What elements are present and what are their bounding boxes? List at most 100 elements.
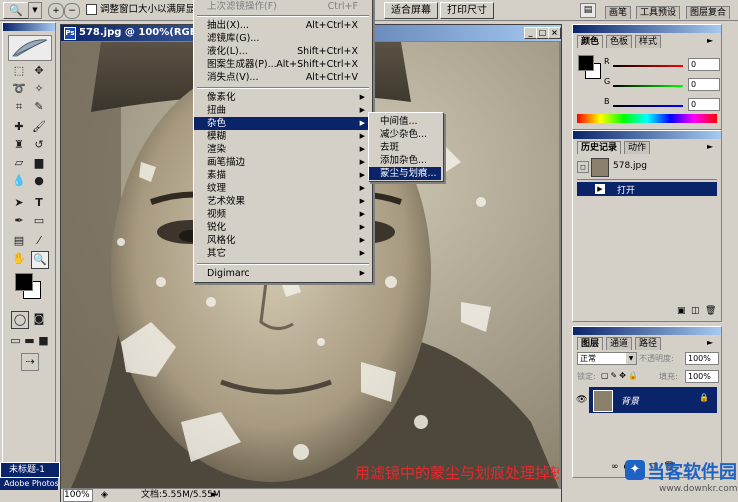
menu-item-blur[interactable]: 模糊 ▶ <box>194 130 370 143</box>
history-new-doc-icon[interactable]: ▣ <box>677 306 686 316</box>
menu-item-filter-gallery[interactable]: 滤镜库(G)... <box>194 32 370 45</box>
menu-item-liquify[interactable]: 液化(L)... Shift+Ctrl+X <box>194 45 370 58</box>
palette-well-brushes[interactable]: 画笔 <box>605 6 632 19</box>
gradient-tool-icon[interactable]: ▆ <box>31 155 47 171</box>
tab-layers[interactable]: 图层 <box>577 337 604 350</box>
submenu-item-median[interactable]: 中间值... <box>369 115 441 128</box>
quick-mask-off-icon[interactable]: ◯ <box>11 311 29 329</box>
menu-item-video[interactable]: 视频 ▶ <box>194 208 370 221</box>
panel-menu-icon[interactable]: ► <box>707 142 713 151</box>
taskbar-item-untitled[interactable]: 未标题-1 <box>0 462 60 478</box>
print-size-button[interactable]: 打印尺寸 <box>440 2 494 19</box>
layer-row-background[interactable]: 背景 🔒 <box>589 387 717 413</box>
menu-item-pixelate[interactable]: 像素化 ▶ <box>194 91 370 104</box>
menu-item-vanishing-point[interactable]: 消失点(V)... Alt+Ctrl+V <box>194 71 370 84</box>
channel-g-slider[interactable] <box>613 85 683 87</box>
menu-item-texture[interactable]: 纹理 ▶ <box>194 182 370 195</box>
taskbar-item-photoshop[interactable]: Adobe Photoshop <box>0 478 58 490</box>
checkbox-box[interactable] <box>86 4 97 15</box>
menu-item-digimarc[interactable]: Digimarc ▶ <box>194 267 370 280</box>
status-arrow-icon[interactable]: ► <box>211 489 218 502</box>
color-panel-titlebar[interactable] <box>573 25 721 33</box>
close-button[interactable]: × <box>548 27 561 39</box>
opacity-field[interactable]: 100% <box>685 352 719 365</box>
marquee-tool-icon[interactable]: ⬚ <box>11 63 27 79</box>
submenu-item-reduce-noise[interactable]: 减少杂色... <box>369 128 441 141</box>
file-browser-icon[interactable]: ▤ <box>580 3 596 18</box>
history-panel-titlebar[interactable] <box>573 131 721 139</box>
menu-item-last-filter[interactable]: 上次滤镜操作(F) Ctrl+F <box>194 0 370 13</box>
menu-item-noise[interactable]: 杂色 ▶ <box>194 117 370 130</box>
history-delete-icon[interactable]: 🗑 <box>705 306 716 316</box>
menu-item-brush-strokes[interactable]: 画笔描边 ▶ <box>194 156 370 169</box>
clone-stamp-tool-icon[interactable]: ♜ <box>11 137 27 153</box>
hand-tool-icon[interactable]: ✋ <box>11 251 27 267</box>
menu-item-sharpen[interactable]: 锐化 ▶ <box>194 221 370 234</box>
dodge-tool-icon[interactable]: ● <box>31 173 47 189</box>
tab-actions[interactable]: 动作 <box>624 141 651 154</box>
zoom-tool-box-icon[interactable]: 🔍 <box>31 251 49 269</box>
crop-tool-icon[interactable]: ⌗ <box>11 99 27 115</box>
lasso-tool-icon[interactable]: ➰ <box>11 81 27 97</box>
color-panel-fg-swatch[interactable] <box>578 55 594 71</box>
submenu-item-add-noise[interactable]: 添加杂色... <box>369 154 441 167</box>
move-tool-icon[interactable]: ✥ <box>31 63 47 79</box>
tool-preset-dropdown-icon[interactable]: ▼ <box>28 2 42 19</box>
pen-tool-icon[interactable]: ✒ <box>11 213 27 229</box>
blend-mode-select[interactable]: 正常 ▼ <box>577 352 637 365</box>
zoom-out-icon[interactable]: − <box>64 3 80 19</box>
lock-icons[interactable]: ▢✎✥🔒 <box>601 371 640 380</box>
photoshop-feather-logo[interactable] <box>8 35 52 61</box>
palette-well-layer-comps[interactable]: 图层复合 <box>686 6 731 19</box>
quick-mask-on-icon[interactable]: ◙ <box>31 311 47 327</box>
snapshot-brush-icon[interactable]: ◻ <box>577 161 589 173</box>
tab-history[interactable]: 历史记录 <box>577 141 622 154</box>
eyedropper-tool-icon[interactable]: ⁄ <box>31 233 47 249</box>
fit-screen-button[interactable]: 适合屏幕 <box>384 2 438 19</box>
history-state-open[interactable]: ▶ 打开 <box>577 182 717 196</box>
submenu-item-despeckle[interactable]: 去斑 <box>369 141 441 154</box>
history-snapshot-icon[interactable]: ◫ <box>691 306 700 316</box>
color-spectrum-bar[interactable] <box>577 114 717 123</box>
menu-item-sketch[interactable]: 素描 ▶ <box>194 169 370 182</box>
eraser-tool-icon[interactable]: ▱ <box>11 155 27 171</box>
palette-well-tool-presets[interactable]: 工具预设 <box>636 6 681 19</box>
layer-visibility-eye-icon[interactable]: 👁 <box>576 395 587 405</box>
channel-b-value[interactable]: 0 <box>688 98 720 111</box>
zoom-in-icon[interactable]: + <box>48 3 64 19</box>
channel-b-slider[interactable] <box>613 105 683 107</box>
blur-tool-icon[interactable]: 💧 <box>11 173 27 189</box>
tab-paths[interactable]: 路径 <box>635 337 662 350</box>
panel-menu-icon[interactable]: ► <box>707 338 713 347</box>
tab-styles[interactable]: 样式 <box>635 35 662 48</box>
panel-menu-icon[interactable]: ► <box>707 36 713 45</box>
tab-color[interactable]: 颜色 <box>577 35 604 48</box>
menu-item-distort[interactable]: 扭曲 ▶ <box>194 104 370 117</box>
healing-brush-tool-icon[interactable]: ✚ <box>11 119 27 135</box>
slice-tool-icon[interactable]: ✎ <box>31 99 47 115</box>
path-selection-tool-icon[interactable]: ➤ <box>11 195 27 211</box>
tab-swatches[interactable]: 色板 <box>606 35 633 48</box>
resize-windows-checkbox[interactable]: 调整窗口大小以满屏显示 <box>86 4 205 16</box>
screen-mode-full-icon[interactable]: ■ <box>37 333 50 349</box>
channel-r-slider[interactable] <box>613 65 683 67</box>
history-snapshot-row[interactable]: ◻ 578.jpg <box>577 158 717 177</box>
fill-field[interactable]: 100% <box>685 370 719 383</box>
shape-tool-icon[interactable]: ▭ <box>31 213 47 229</box>
menu-item-stylize[interactable]: 风格化 ▶ <box>194 234 370 247</box>
chevron-down-icon[interactable]: ▼ <box>626 353 636 364</box>
menu-item-pattern-maker[interactable]: 图案生成器(P)... Alt+Shift+Ctrl+X <box>194 58 370 71</box>
screen-mode-full-menu-icon[interactable]: ▬ <box>23 333 36 349</box>
history-brush-tool-icon[interactable]: ↺ <box>31 137 47 153</box>
menu-item-render[interactable]: 渲染 ▶ <box>194 143 370 156</box>
zoom-tool-icon[interactable]: 🔍 <box>3 2 29 19</box>
menu-item-extract[interactable]: 抽出(X)... Alt+Ctrl+X <box>194 19 370 32</box>
magic-wand-tool-icon[interactable]: ✧ <box>31 81 47 97</box>
jump-to-imageready-icon[interactable]: ⇢ <box>21 353 39 371</box>
menu-item-other[interactable]: 其它 ▶ <box>194 247 370 260</box>
channel-r-value[interactable]: 0 <box>688 58 720 71</box>
brush-tool-icon[interactable]: 🖌 <box>31 119 47 135</box>
tab-channels[interactable]: 通道 <box>606 337 633 350</box>
zoom-field[interactable]: 100% <box>63 489 93 502</box>
notes-tool-icon[interactable]: ▤ <box>11 233 27 249</box>
